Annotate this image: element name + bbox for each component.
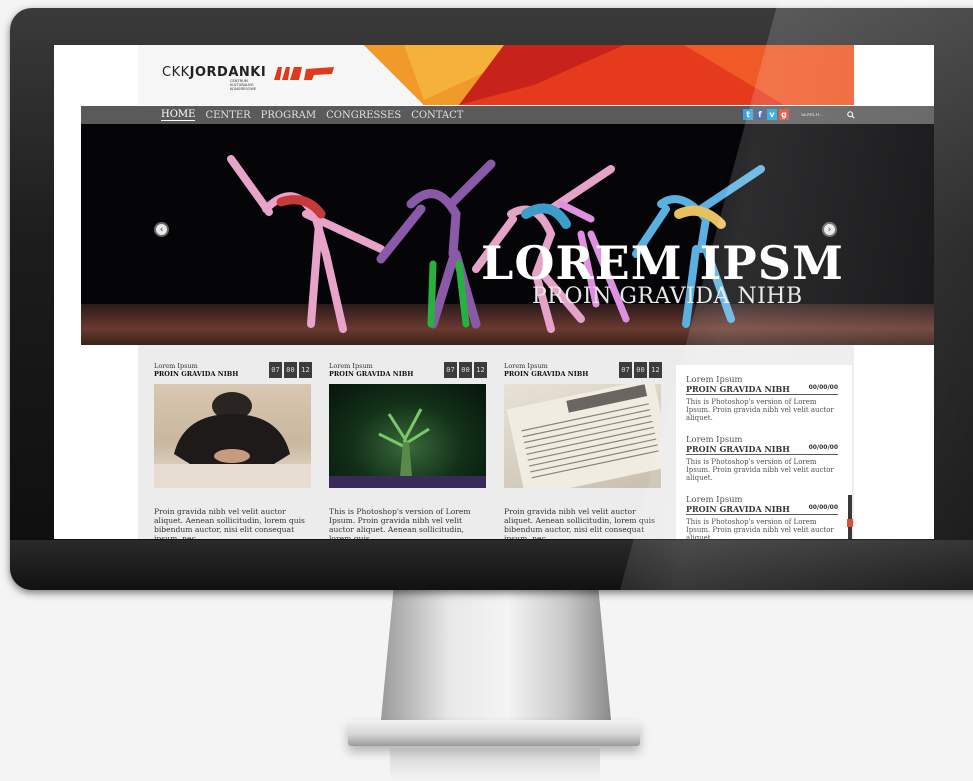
hero-slider: ‹ › LOREM IPSM PROIN GRAVIDA NIHB: [81, 124, 934, 345]
date-cell: 00: [459, 362, 472, 378]
card-image-forest[interactable]: [329, 384, 486, 488]
nav-item-program[interactable]: PROGRAM: [261, 110, 316, 121]
hero-subtitle: PROIN GRAVIDA NIHB: [532, 284, 803, 309]
sidebar-news-item[interactable]: Lorem Ipsum PROIN GRAVIDA NIBH 00/00/00 …: [686, 434, 838, 482]
monitor-stand-neck: [380, 585, 612, 730]
card-image-businessman[interactable]: [154, 384, 311, 488]
date-cell: 12: [649, 362, 662, 378]
sidebar-date: 00/00/00: [808, 504, 838, 511]
sidebar-title[interactable]: PROIN GRAVIDA NIBH 00/00/00: [686, 504, 838, 515]
nav-item-congresses[interactable]: CONGRESSES: [326, 110, 401, 121]
stand-reflection: [390, 748, 600, 781]
sidebar-title-text: PROIN GRAVIDA NIBH: [686, 444, 790, 454]
sidebar-kicker: Lorem Ipsum: [686, 374, 743, 384]
sidebar-scrollbar[interactable]: [847, 495, 853, 539]
sidebar-title[interactable]: PROIN GRAVIDA NIBH 00/00/00: [686, 444, 838, 455]
website-screen: CKKJORDANKI CENTRUM KULTURALNO KONGRESOW…: [54, 45, 934, 539]
date-cell: 07: [269, 362, 282, 378]
sidebar-kicker: Lorem Ipsum: [686, 494, 743, 504]
sidebar-date: 00/00/00: [808, 444, 838, 451]
sidebar-kicker: Lorem Ipsum: [686, 434, 743, 444]
google-plus-icon[interactable]: g: [779, 109, 789, 120]
sidebar-excerpt: This is Photoshop's version of Lorem Ips…: [686, 458, 834, 482]
logo-mark-icon: [274, 67, 335, 80]
date-cell: 07: [619, 362, 632, 378]
news-card[interactable]: Lorem Ipsum PROIN GRAVIDA NIBH 07 00 12: [504, 362, 662, 539]
date-cell: 00: [634, 362, 647, 378]
sidebar-title-text: PROIN GRAVIDA NIBH: [686, 504, 790, 514]
sidebar-title-text: PROIN GRAVIDA NIBH: [686, 384, 790, 394]
nav-item-center[interactable]: CENTER: [205, 110, 250, 121]
monitor-stand-base: [348, 720, 640, 746]
nav-item-contact[interactable]: CONTACT: [411, 110, 463, 121]
hero-title: LOREM IPSM: [481, 236, 844, 290]
date-cell: 00: [284, 362, 297, 378]
nav-menu: HOME CENTER PROGRAM CONGRESSES CONTACT: [161, 106, 473, 124]
search-box: [801, 109, 861, 121]
logo-tagline: CENTRUM KULTURALNO KONGRESOWE: [230, 79, 257, 92]
hero-dancers-image: [227, 155, 765, 333]
chevron-right-icon: ›: [827, 224, 832, 235]
twitter-icon[interactable]: t: [743, 109, 753, 120]
hero-prev-arrow[interactable]: ‹: [154, 222, 169, 237]
sidebar-date: 00/00/00: [808, 384, 838, 391]
sidebar-news-item[interactable]: Lorem Ipsum PROIN GRAVIDA NIBH 00/00/00 …: [686, 374, 838, 422]
card-date: 07 00 12: [269, 362, 312, 378]
logo-text: CKKJORDANKI: [162, 65, 267, 80]
sidebar-title[interactable]: PROIN GRAVIDA NIBH 00/00/00: [686, 384, 838, 395]
monitor-chin: [10, 540, 973, 590]
search-input[interactable]: [801, 109, 847, 121]
card-excerpt: Proin gravida nibh vel velit auctor aliq…: [504, 507, 655, 539]
date-cell: 07: [444, 362, 457, 378]
card-image-newspaper[interactable]: [504, 384, 661, 488]
site-logo[interactable]: CKKJORDANKI CENTRUM KULTURALNO KONGRESOW…: [162, 65, 336, 91]
hero-next-arrow[interactable]: ›: [822, 222, 837, 237]
main-content: Lorem Ipsum PROIN GRAVIDA NIBH 07 00 12 …: [138, 345, 854, 539]
chevron-left-icon: ‹: [159, 224, 164, 235]
social-links: t f v g: [743, 109, 789, 120]
card-date: 07 00 12: [619, 362, 662, 378]
scrollbar-thumb[interactable]: [847, 519, 853, 527]
date-cell: 12: [474, 362, 487, 378]
card-excerpt: This is Photoshop's version of Lorem Ips…: [329, 507, 471, 539]
vimeo-icon[interactable]: v: [767, 109, 777, 120]
search-icon[interactable]: [847, 111, 855, 119]
main-navigation: HOME CENTER PROGRAM CONGRESSES CONTACT t…: [81, 106, 934, 124]
site-header: CKKJORDANKI CENTRUM KULTURALNO KONGRESOW…: [54, 45, 934, 105]
news-card[interactable]: Lorem Ipsum PROIN GRAVIDA NIBH 07 00 12 …: [329, 362, 487, 539]
nav-item-home[interactable]: HOME: [161, 109, 196, 121]
sidebar-excerpt: This is Photoshop's version of Lorem Ips…: [686, 518, 834, 539]
card-date: 07 00 12: [444, 362, 487, 378]
news-card[interactable]: Lorem Ipsum PROIN GRAVIDA NIBH 07 00 12 …: [154, 362, 312, 539]
header-banner-graphic: [364, 45, 854, 105]
card-excerpt: Proin gravida nibh vel velit auctor aliq…: [154, 507, 305, 539]
news-sidebar: Lorem Ipsum PROIN GRAVIDA NIBH 00/00/00 …: [676, 365, 852, 539]
sidebar-excerpt: This is Photoshop's version of Lorem Ips…: [686, 398, 834, 422]
date-cell: 12: [299, 362, 312, 378]
facebook-icon[interactable]: f: [755, 109, 765, 120]
sidebar-news-item[interactable]: Lorem Ipsum PROIN GRAVIDA NIBH 00/00/00 …: [686, 494, 838, 539]
